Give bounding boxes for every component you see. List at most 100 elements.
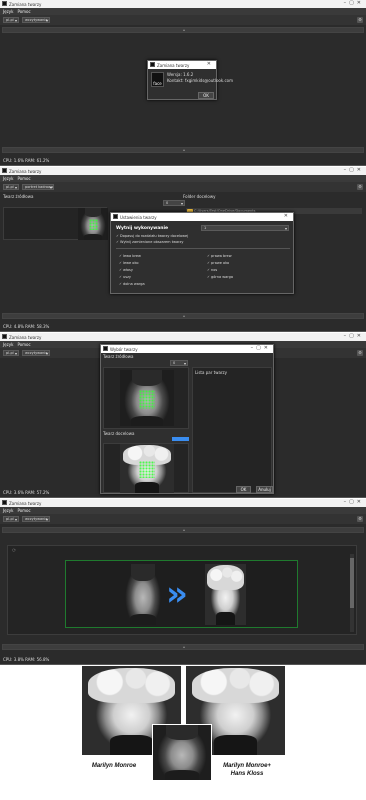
part-hair[interactable]: włosy: [119, 268, 133, 272]
target-folder-label: Folder docelowy: [183, 194, 216, 199]
menu-help[interactable]: Pomoc: [17, 9, 30, 14]
source-photo: [152, 724, 212, 781]
section-heading: Wytnij wykonywanie: [116, 226, 169, 231]
window-title: Zamiana twarzy: [9, 500, 42, 506]
language-select[interactable]: pl-pl: [3, 184, 19, 190]
collapse-bar-top[interactable]: ▴: [2, 27, 364, 33]
contact-text: Kontakt: fxgimkids@outlook.com: [167, 78, 233, 83]
menu-language[interactable]: Język: [3, 508, 13, 513]
part-lower-lip[interactable]: dolna warga: [119, 282, 145, 286]
part-left-eye[interactable]: lewe oko: [119, 261, 138, 265]
window-controls[interactable]: –▢✕: [344, 167, 364, 173]
refresh-icon[interactable]: ⟳: [12, 548, 16, 554]
source-face-image[interactable]: [120, 370, 174, 426]
ok-button[interactable]: OK: [198, 92, 214, 99]
part-left-brow[interactable]: lewa brew: [119, 254, 141, 258]
source-faces-panel: [3, 207, 108, 240]
option-cut-area[interactable]: Wytnij zamienione obszarem twarzy: [116, 240, 183, 244]
menu-language[interactable]: Język: [3, 9, 13, 14]
toolbar: pl-pl portret kadrowanie ⚙: [0, 182, 366, 192]
collapse-bar-bottom[interactable]: ▴: [2, 147, 364, 153]
window-controls[interactable]: –▢✕: [344, 0, 364, 6]
status-bar: CPU: 3.6% RAM: 57.2%: [3, 490, 50, 495]
settings-gear-icon[interactable]: ⚙: [357, 350, 363, 356]
app-window-3: Zamiana twarzy –▢✕ Język Pomoc pl-pl wcz…: [0, 333, 366, 498]
landmark-overlay: [88, 219, 98, 231]
settings-gear-icon[interactable]: ⚙: [357, 184, 363, 190]
app-window-4: Zamiana twarzy –▢✕ Język Pomoc pl-pl wcz…: [0, 499, 366, 665]
target-face-image[interactable]: [120, 444, 174, 493]
title-bar: Zamiana twarzy –▢✕: [0, 167, 366, 175]
source-face-panel: [103, 367, 189, 429]
status-bar: CPU: 3.8% RAM: 56.8%: [3, 657, 50, 662]
mode-select[interactable]: wczytywanie sceny: [22, 516, 50, 522]
collapse-bar[interactable]: ▴: [2, 313, 364, 319]
part-nose[interactable]: nos: [207, 268, 217, 272]
language-select[interactable]: pl-pl: [3, 516, 19, 522]
title-bar: Zamiana twarzy –▢✕: [0, 499, 366, 507]
language-select[interactable]: pl-pl: [3, 17, 19, 23]
caption-original: Marilyn Monroe: [91, 763, 137, 769]
app-icon: [2, 500, 7, 505]
select-title-bar: Wybór twarzy –▢✕: [101, 345, 273, 353]
mode-select[interactable]: wczytywanie sceny: [22, 17, 50, 23]
menu-bar: Język Pomoc: [0, 507, 366, 514]
target-face-panel: [103, 443, 189, 493]
count-spinner[interactable]: 0: [163, 200, 185, 206]
window-title: Zamiana twarzy: [9, 334, 42, 340]
part-right-eye[interactable]: prawe oko: [207, 261, 229, 265]
collapse-bar-top[interactable]: ▴: [2, 527, 364, 533]
preview-area: ⟳ »: [7, 545, 357, 635]
mode-select[interactable]: wczytywanie sceny: [22, 350, 50, 356]
count-spinner[interactable]: 0: [170, 360, 188, 366]
part-ears[interactable]: uszy: [119, 275, 131, 279]
swap-arrows-icon: »: [166, 574, 188, 614]
app-icon: [103, 346, 108, 351]
threshold-field[interactable]: 1: [201, 225, 289, 231]
screenshot-collage: Zamiana twarzy –▢✕ Język Pomoc pl-pl wcz…: [0, 0, 366, 800]
title-bar: Zamiana twarzy –▢✕: [0, 0, 366, 8]
menu-language[interactable]: Język: [3, 176, 13, 181]
close-icon[interactable]: ✕: [207, 61, 214, 67]
menu-help[interactable]: Pomoc: [17, 342, 30, 347]
language-select[interactable]: pl-pl: [3, 350, 19, 356]
target-face-label: Twarz docelowa: [103, 431, 135, 436]
menu-help[interactable]: Pomoc: [17, 176, 30, 181]
settings-gear-icon[interactable]: ⚙: [357, 17, 363, 23]
menu-help[interactable]: Pomoc: [17, 508, 30, 513]
cancel-button[interactable]: Anuluj: [256, 486, 273, 493]
face-pairs-panel: Lista par twarzy: [192, 367, 272, 493]
face-logo: face: [151, 72, 164, 87]
select-title: Wybór twarzy: [110, 346, 138, 352]
app-icon: [2, 334, 7, 339]
source-face-thumbnail[interactable]: [78, 208, 108, 240]
app-icon: [2, 1, 7, 6]
toolbar: pl-pl wczytywanie sceny ⚙: [0, 15, 366, 25]
result-face-preview: [205, 564, 246, 625]
source-face-preview: [122, 564, 164, 625]
app-icon: [150, 62, 155, 67]
version-text: Wersja: 1.6.2: [167, 72, 194, 77]
window-controls[interactable]: –▢✕: [251, 345, 271, 351]
collapse-bar-bottom[interactable]: ▴: [2, 644, 364, 650]
menu-language[interactable]: Język: [3, 342, 13, 347]
divider: [116, 248, 290, 249]
option-fit-target[interactable]: Dopasuj do rozdziału twarzy docelowej: [116, 234, 188, 238]
about-title-bar: Zamiana twarzy ✕: [148, 61, 216, 69]
window-controls[interactable]: –▢✕: [344, 333, 364, 339]
scrollbar[interactable]: [350, 554, 354, 632]
face-select-dialog: Wybór twarzy –▢✕ Twarz źródłowa 0 Twarz …: [100, 344, 274, 494]
close-icon[interactable]: ✕: [284, 213, 291, 219]
part-upper-lip[interactable]: górna warga: [207, 275, 233, 279]
app-window-2: Zamiana twarzy –▢✕ Język Pomoc pl-pl por…: [0, 167, 366, 332]
swap-preview-frame: »: [65, 560, 298, 628]
mode-select[interactable]: portret kadrowanie: [22, 184, 54, 190]
window-controls[interactable]: –▢✕: [344, 499, 364, 505]
part-right-brow[interactable]: prawa brew: [207, 254, 232, 258]
face-pairs-label: Lista par twarzy: [195, 370, 228, 375]
source-face-label: Twarz źródłowa: [3, 194, 34, 199]
face-settings-dialog: Ustawienia twarzy ✕ Wytnij wykonywanie 1…: [110, 212, 294, 294]
status-bar: CPU: 4.8% RAM: 58.3%: [3, 324, 50, 329]
ok-button[interactable]: OK: [236, 486, 251, 493]
settings-gear-icon[interactable]: ⚙: [357, 516, 363, 522]
